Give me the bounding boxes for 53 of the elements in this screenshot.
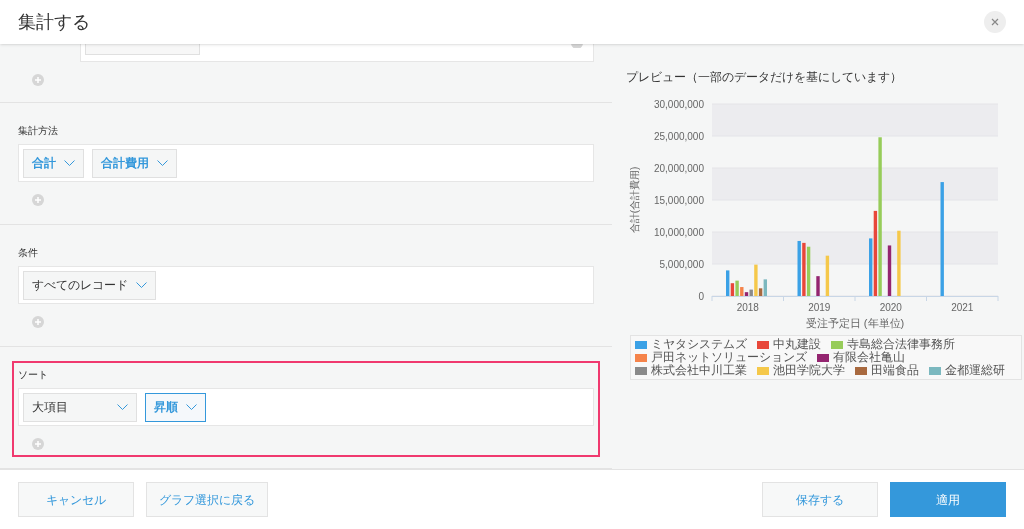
select-field[interactable]: 大項目 [23,392,137,422]
select-field[interactable]: 合計費用 [92,148,177,178]
select-field[interactable]: 合計 [23,148,84,178]
add-icon[interactable] [32,438,44,450]
footer-button[interactable]: キャンセル [18,482,134,517]
caret-icon [64,160,75,166]
bar [887,245,892,296]
legend-label: 株式会社中川工業 [651,364,747,377]
section-label: ソート [18,368,49,382]
legend-label: 有限会社亀山 [833,351,905,364]
axis-tick-label: 2019 [808,302,831,313]
caret-icon [186,404,197,410]
apply-button[interactable]: 適用 [890,482,1006,517]
select-field[interactable]: 昇順 [145,392,206,422]
select-field[interactable]: すべてのレコード [23,270,156,300]
x-axis-title: 受注予定日 (年単位) [805,317,905,329]
legend-label: 寺島総合法律事務所 [847,338,955,351]
axis-tick-label: 5,000,000 [659,258,704,270]
remove-icon[interactable] [571,44,583,48]
axis-tick-label: 30,000,000 [653,98,704,110]
add-icon[interactable] [32,316,44,328]
axis-tick-label: 10,000,000 [653,226,704,238]
legend-label: 金都運総研 [945,364,1005,377]
caret-icon [157,160,168,166]
axis-tick-label: 0 [698,290,704,302]
axis-tick-label: 2021 [951,302,974,313]
caret-icon [117,404,128,410]
caret-icon [136,282,147,288]
axis-tick-label: 20,000,000 [653,162,704,174]
section-label: 条件 [18,246,39,260]
legend-label: 田端食品 [871,364,919,377]
footer-button[interactable]: 保存する [762,482,878,517]
legend-label: 池田学院大学 [773,364,845,377]
select-field[interactable] [85,44,200,55]
section-label: 集計方法 [18,124,59,138]
bar [816,276,820,296]
footer-button[interactable]: グラフ選択に戻る [146,482,268,517]
legend-label: 中丸建設 [773,338,821,351]
y-axis-title: 合計(合計費用) [629,166,640,234]
axis-tick-label: 2018 [736,302,759,313]
bar [897,230,901,296]
preview-title: プレビュー（一部のデータだけを基にしています） [626,69,903,86]
close-button[interactable] [984,11,1006,33]
add-icon[interactable] [32,74,44,86]
legend-label: 戸田ネットソリューションズ [651,351,807,364]
axis-tick-label: 15,000,000 [653,194,704,206]
add-icon[interactable] [32,194,44,206]
bar [825,255,830,296]
axis-tick-label: 25,000,000 [653,130,704,142]
legend-label: ミヤタシステムズ [651,338,747,351]
close-icon [991,18,999,26]
dialog-title: 集計する [18,10,90,34]
axis-tick-label: 2020 [879,302,902,313]
